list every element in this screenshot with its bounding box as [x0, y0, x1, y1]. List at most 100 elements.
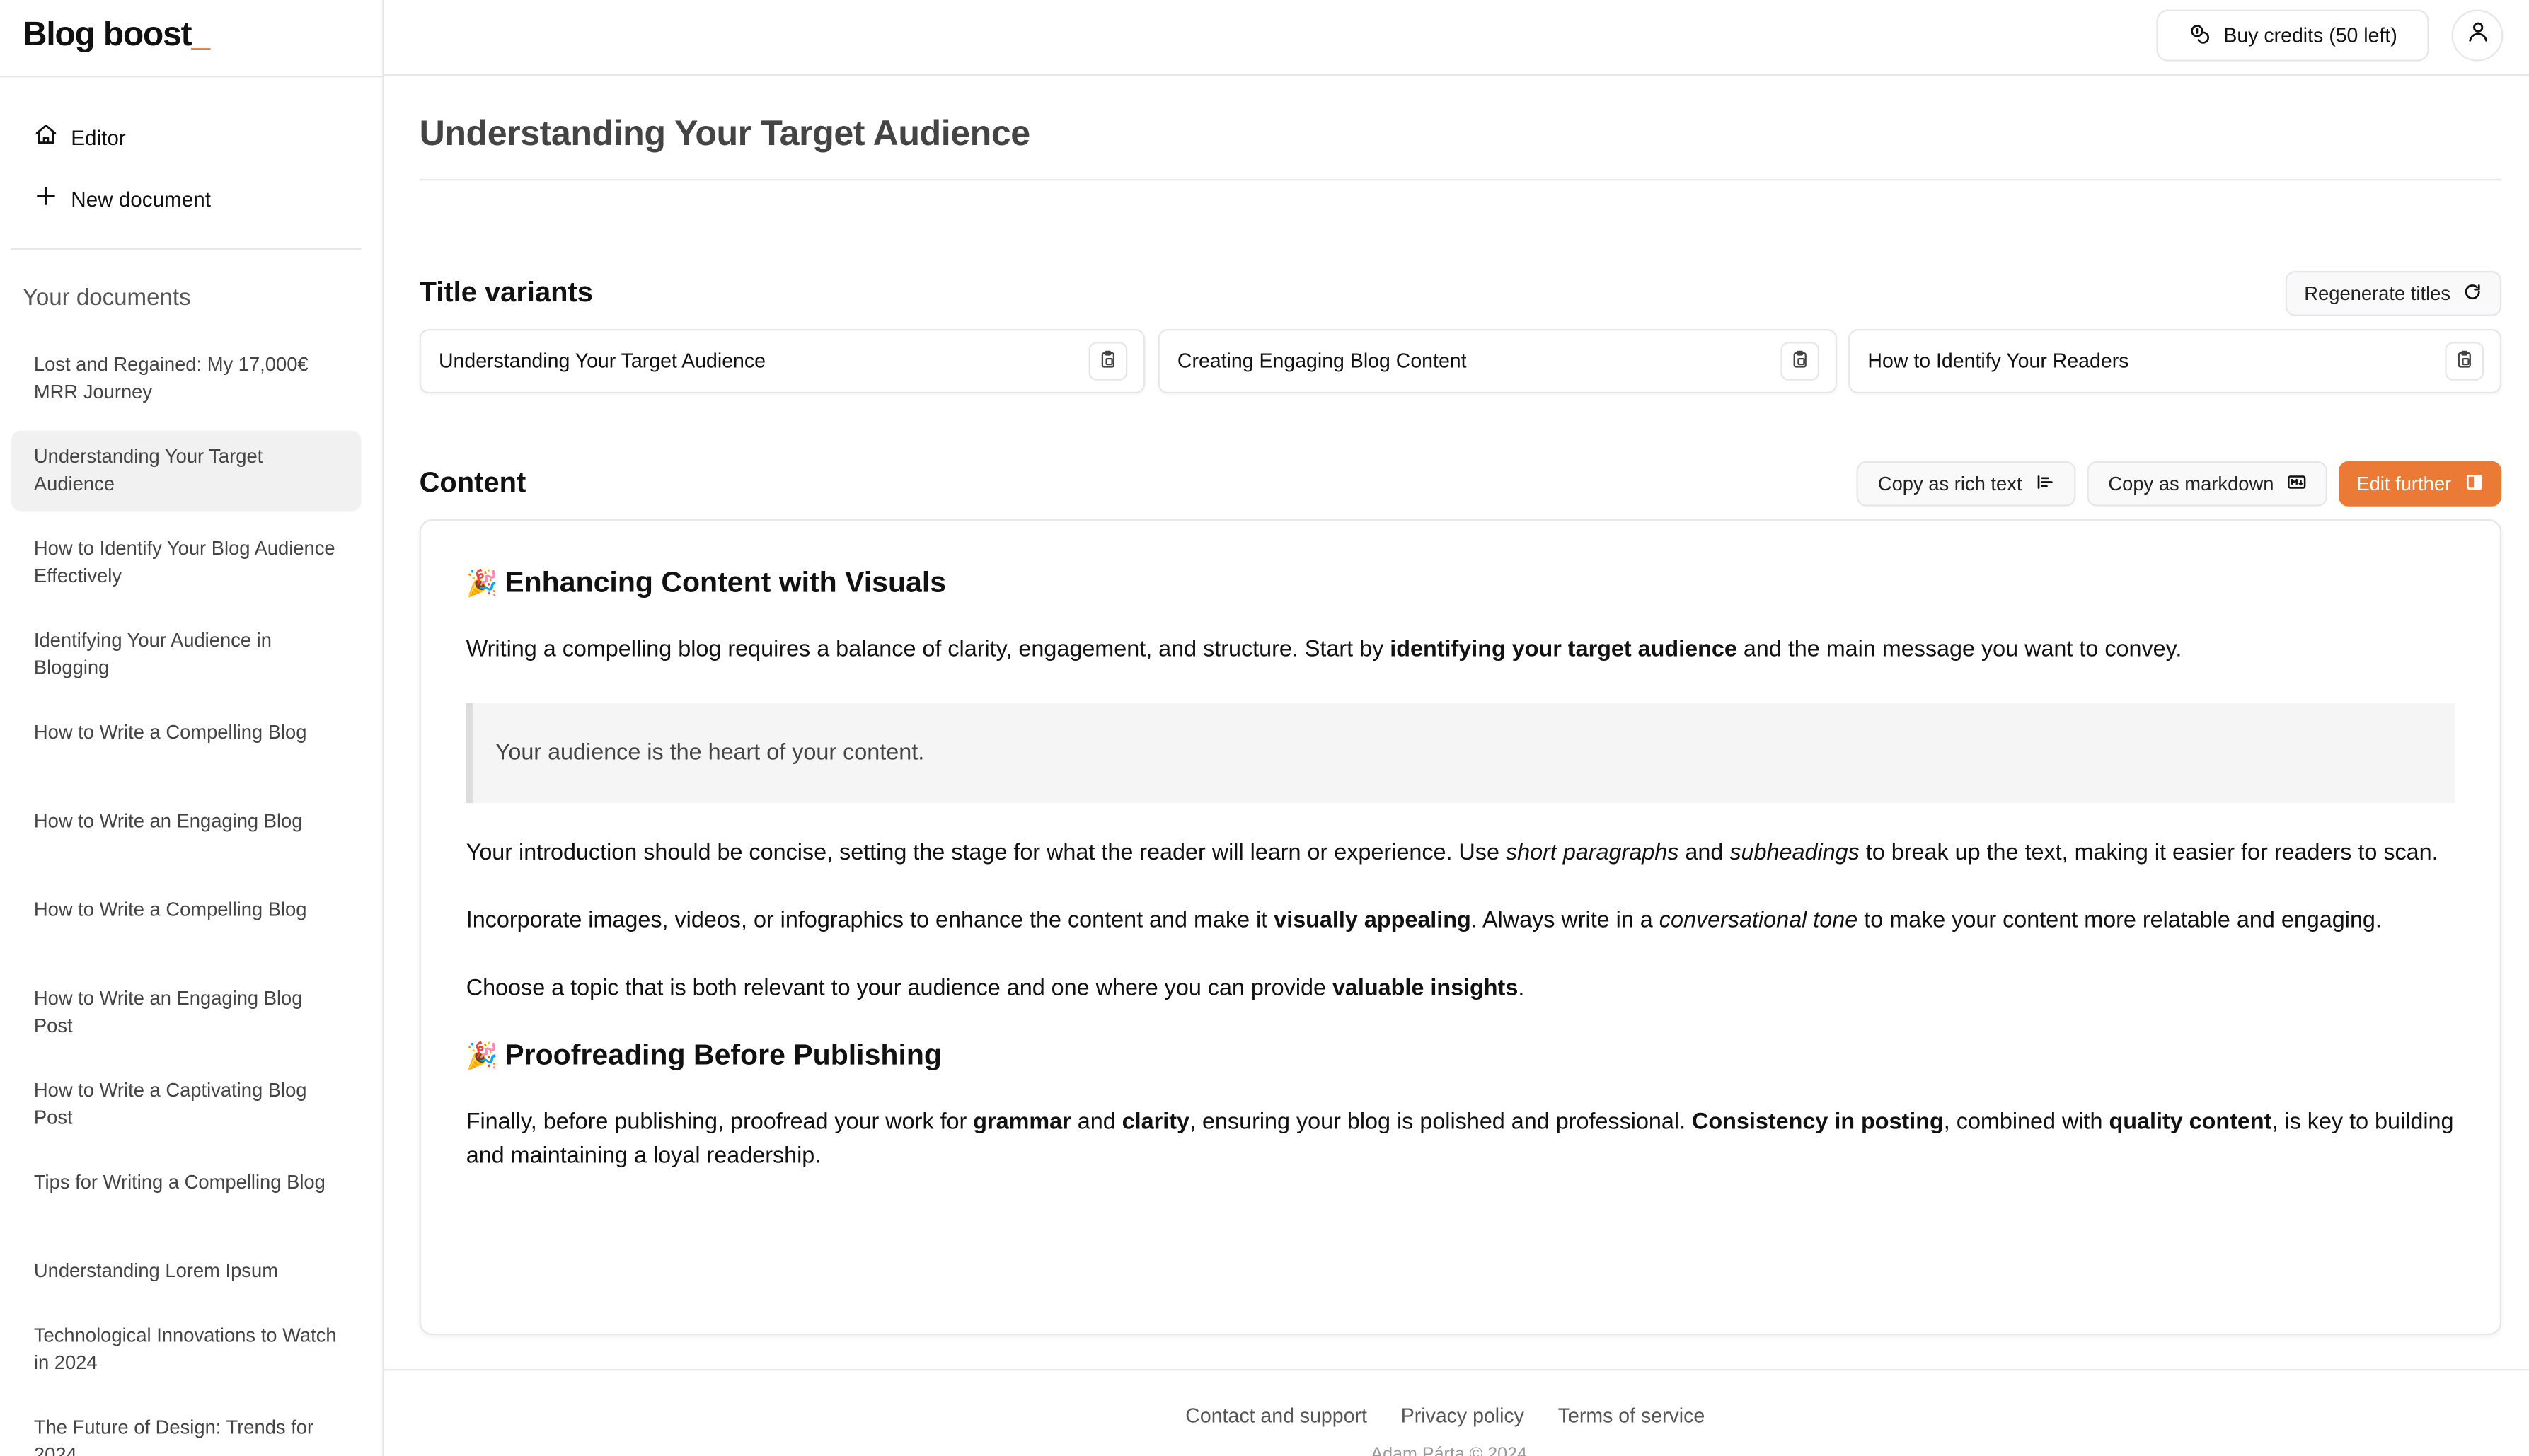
document-list-item[interactable]: Lost and Regained: My 17,000€ MRR Journe… — [11, 339, 362, 420]
text-span: to break up the text, making it easier f… — [1859, 840, 2438, 866]
copy-rich-text-label: Copy as rich text — [1877, 472, 2022, 495]
content-paragraph: Your introduction should be concise, set… — [466, 837, 2455, 871]
footer-contact-link[interactable]: Contact and support — [1185, 1404, 1367, 1427]
italic-span: short paragraphs — [1505, 840, 1679, 866]
blockquote: Your audience is the heart of your conte… — [466, 703, 2455, 804]
content-editor[interactable]: 🎉 Enhancing Content with Visuals Writing… — [419, 519, 2502, 1336]
buy-credits-label: Buy credits (50 left) — [2223, 24, 2397, 47]
copy-title-button[interactable] — [1088, 342, 1128, 381]
text-span: Writing a compelling blog requires a bal… — [466, 637, 1390, 663]
coins-icon — [2188, 22, 2211, 50]
party-popper-icon: 🎉 — [466, 567, 499, 599]
user-icon — [2465, 19, 2489, 52]
copy-markdown-button[interactable]: Copy as markdown — [2087, 461, 2328, 507]
text-span: Finally, before publishing, proofread yo… — [466, 1109, 974, 1136]
document-list-item[interactable]: How to Write a Compelling Blog — [11, 706, 362, 783]
document-list-item[interactable]: How to Identify Your Blog Audience Effec… — [11, 522, 362, 603]
markdown-icon — [2287, 472, 2306, 496]
refresh-icon — [2463, 282, 2482, 306]
title-variant-text: Creating Engaging Blog Content — [1177, 349, 1467, 373]
panel-icon — [2464, 472, 2483, 496]
italic-span: subheadings — [1729, 840, 1860, 866]
logo-cursor: _ — [191, 16, 210, 54]
blockquote-text: Your audience is the heart of your conte… — [495, 740, 925, 766]
copy-title-button[interactable] — [1780, 342, 1820, 381]
party-popper-icon: 🎉 — [466, 1040, 499, 1071]
text-span: . Always write in a — [1470, 908, 1659, 934]
bold-span: valuable insights — [1332, 975, 1519, 1002]
footer-terms-link[interactable]: Terms of service — [1558, 1404, 1705, 1427]
documents-heading: Your documents — [22, 285, 191, 311]
edit-further-button[interactable]: Edit further — [2338, 461, 2502, 507]
app-root: Blog boost_ Editor New document Your doc… — [0, 0, 2529, 1456]
content-paragraph: Incorporate images, videos, or infograph… — [466, 905, 2455, 939]
topbar: Buy credits (50 left) — [384, 0, 2529, 76]
plus-icon — [34, 184, 58, 213]
footer-links: Contact and support Privacy policy Terms… — [1185, 1404, 1705, 1427]
document-list-item[interactable]: Understanding Your Target Audience — [11, 430, 362, 512]
bold-span: grammar — [973, 1109, 1071, 1136]
text-span: . — [1518, 975, 1525, 1002]
text-span: , combined with — [1943, 1109, 2109, 1136]
logo[interactable]: Blog boost_ — [22, 16, 210, 55]
logo-text: Blog boost — [22, 16, 192, 54]
logo-divider — [0, 76, 383, 78]
text-span: , ensuring your blog is polished and pro… — [1189, 1109, 1693, 1136]
content-paragraph: Finally, before publishing, proofread yo… — [466, 1107, 2455, 1174]
text-span: and — [1071, 1109, 1122, 1136]
copy-rich-text-button[interactable]: Copy as rich text — [1856, 461, 2076, 507]
bold-span: visually appealing — [1274, 908, 1471, 934]
regenerate-titles-button[interactable]: Regenerate titles — [2285, 270, 2502, 316]
title-variant-text: How to Identify Your Readers — [1867, 349, 2129, 373]
text-span: Choose a topic that is both relevant to … — [466, 975, 1332, 1002]
text-span: and the main message you want to convey. — [1736, 637, 2182, 663]
nav-new-document[interactable]: New document — [34, 179, 211, 218]
main-content: Understanding Your Target Audience Title… — [384, 77, 2529, 1456]
content-heading-1: 🎉 Enhancing Content with Visuals — [466, 566, 2455, 600]
user-avatar-button[interactable] — [2451, 9, 2504, 62]
content-paragraph: Choose a topic that is both relevant to … — [466, 972, 2455, 1006]
clipboard-icon — [2455, 349, 2474, 373]
footer-privacy-link[interactable]: Privacy policy — [1401, 1404, 1524, 1427]
text-span: to make your content more relatable and … — [1857, 908, 2382, 934]
copy-markdown-label: Copy as markdown — [2108, 472, 2274, 495]
copy-title-button[interactable] — [2445, 342, 2484, 381]
regenerate-titles-label: Regenerate titles — [2304, 282, 2451, 305]
bold-span: quality content — [2109, 1109, 2272, 1136]
italic-span: conversational tone — [1659, 908, 1858, 934]
nav-editor-label: Editor — [71, 125, 126, 149]
nav-editor[interactable]: Editor — [34, 117, 126, 156]
edit-further-label: Edit further — [2356, 472, 2452, 495]
text-span: Your introduction should be concise, set… — [466, 840, 1506, 866]
bold-span: Consistency in posting — [1692, 1109, 1944, 1136]
content-paragraph: Writing a compelling blog requires a bal… — [466, 634, 2455, 668]
document-list-item[interactable]: How to Write a Captivating Blog Post — [11, 1064, 362, 1145]
home-icon — [34, 122, 58, 151]
document-list-item[interactable]: Identifying Your Audience in Blogging — [11, 614, 362, 695]
document-list-item[interactable]: Understanding Lorem Ipsum — [11, 1245, 362, 1298]
title-variant-card[interactable]: Understanding Your Target Audience — [419, 328, 1146, 394]
content-heading-2-text: Proofreading Before Publishing — [505, 1038, 943, 1071]
align-left-icon — [2035, 472, 2054, 496]
title-variant-card[interactable]: How to Identify Your Readers — [1848, 328, 2502, 394]
sidebar-divider — [11, 248, 362, 250]
title-divider — [419, 179, 2502, 181]
title-variant-card[interactable]: Creating Engaging Blog Content — [1158, 328, 1838, 394]
document-list-item[interactable]: How to Write an Engaging Blog Post — [11, 972, 362, 1053]
content-heading-2: 🎉 Proofreading Before Publishing — [466, 1039, 2455, 1073]
page-title[interactable]: Understanding Your Target Audience — [420, 113, 1031, 155]
document-list-item[interactable]: Tips for Writing a Compelling Blog — [11, 1156, 362, 1233]
text-span: and — [1678, 840, 1730, 866]
content-heading: Content — [419, 466, 526, 499]
footer-divider — [384, 1369, 2529, 1371]
document-list-item[interactable]: Technological Innovations to Watch in 20… — [11, 1310, 362, 1390]
text-span: Incorporate images, videos, or infograph… — [466, 908, 1274, 934]
document-list-item[interactable]: How to Write an Engaging Blog — [11, 795, 362, 872]
clipboard-icon — [1790, 349, 1809, 373]
buy-credits-button[interactable]: Buy credits (50 left) — [2156, 9, 2429, 62]
clipboard-icon — [1098, 349, 1117, 373]
content-heading-1-text: Enhancing Content with Visuals — [505, 566, 947, 599]
document-list-item[interactable]: The Future of Design: Trends for 2024 — [11, 1402, 362, 1456]
bold-span: clarity — [1122, 1109, 1189, 1136]
document-list-item[interactable]: How to Write a Compelling Blog — [11, 884, 362, 961]
